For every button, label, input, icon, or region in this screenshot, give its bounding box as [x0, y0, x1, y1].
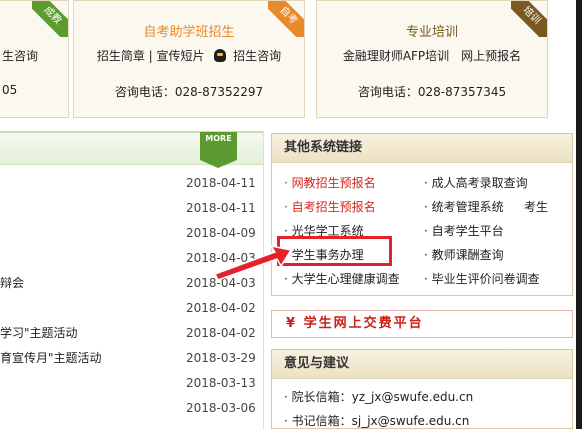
promo-training-phone: 咨询电话：028-87357345 [357, 85, 507, 99]
news-date: 2018-04-02 [186, 301, 256, 315]
news-date: 2018-04-11 [186, 201, 256, 215]
annotation-arrow-icon [213, 244, 293, 281]
feedback-title: 意见与建议 [272, 350, 572, 379]
president-mailbox[interactable]: · 院长信箱：yz_jx@swufe.edu.cn [284, 388, 473, 406]
promo-adult-badge-label: 成教 [32, 1, 68, 37]
link-examinee[interactable]: 考生 [524, 198, 548, 216]
promo-adult-phone: 05 [2, 83, 18, 97]
news-date: 2018-03-13 [186, 376, 256, 390]
more-button[interactable]: MORE [200, 132, 237, 168]
promo-self-study-phone: 咨询电话：028-87352297 [114, 85, 264, 99]
promo-training-badge-label: 培训 [511, 1, 547, 37]
promo-self-study-links: 招生简章 | 宣传短片 招生咨询 [74, 47, 304, 64]
qq-icon [214, 49, 227, 62]
news-item[interactable]: 2018-04-11 [0, 196, 263, 221]
news-title[interactable]: 育宣传月"主题活动 [0, 346, 102, 371]
promo-training-links[interactable]: 金融理财师AFP培训 网上预报名 [317, 47, 547, 64]
link-self-study-preregister[interactable]: · 自考招生预报名 [284, 198, 376, 216]
feedback-panel: 意见与建议 · 院长信箱：yz_jx@swufe.edu.cn · 书记信箱：s… [271, 349, 573, 429]
news-date: 2018-03-29 [186, 351, 256, 365]
news-item[interactable]: 育宣传月"主题活动 2018-03-29 [0, 346, 263, 371]
link-teacher-pay-query[interactable]: · 教师课酬查询 [424, 246, 504, 264]
other-systems-title: 其他系统链接 [272, 134, 572, 163]
news-title[interactable]: 学习"主题活动 [0, 321, 78, 346]
news-item[interactable]: 2018-04-11 [0, 171, 263, 196]
news-date: 2018-04-02 [186, 326, 256, 340]
promo-self-study-consult[interactable]: 招生咨询 [233, 49, 281, 63]
promo-self-study-links-text[interactable]: 招生简章 | 宣传短片 [97, 49, 205, 63]
link-graduate-survey[interactable]: · 毕业生评价问卷调查 [424, 270, 540, 288]
promo-training-badge: 培训 [511, 1, 547, 37]
news-header: MORE [0, 131, 263, 168]
fee-platform-link[interactable]: ¥ 学生网上交费平台 [271, 310, 573, 338]
secretary-mailbox[interactable]: · 书记信箱：sj_jx@swufe.edu.cn [284, 412, 469, 430]
link-psych-survey[interactable]: · 大学生心理健康调查 [284, 270, 400, 288]
link-self-study-platform[interactable]: · 自考学生平台 [424, 222, 504, 240]
promo-self-study: 自考助学班招生 招生简章 | 宣传短片 招生咨询 咨询电话：028-873522… [73, 0, 305, 118]
news-item[interactable]: 2018-03-13 [0, 371, 263, 396]
promo-adult-links[interactable]: 生咨询 [2, 47, 68, 64]
promo-self-study-badge-label: 自考 [268, 1, 304, 37]
link-online-edu-preregister[interactable]: · 网教招生预报名 [284, 174, 376, 192]
promo-adult-badge: 成教 [32, 1, 68, 37]
promo-self-study-badge: 自考 [268, 1, 304, 37]
news-date: 2018-04-11 [186, 176, 256, 190]
news-item[interactable]: 学习"主题活动 2018-04-02 [0, 321, 263, 346]
news-item[interactable]: 2018-03-06 [0, 396, 263, 421]
page-edge [576, 0, 582, 429]
news-date: 2018-03-06 [186, 401, 256, 415]
promo-training: 专业培训 金融理财师AFP培训 网上预报名 咨询电话：028-87357345 … [316, 0, 548, 118]
news-title[interactable]: 辩会 [0, 271, 24, 296]
link-adult-exam-query[interactable]: · 成人高考录取查询 [424, 174, 528, 192]
other-systems-panel: 其他系统链接 · 网教招生预报名 · 自考招生预报名 · 光华学工系统 · 学生… [271, 133, 573, 296]
promo-adult-education: 生咨询 05 成教 [0, 0, 69, 118]
news-item[interactable]: 2018-04-02 [0, 296, 263, 321]
link-unified-exam-system[interactable]: · 统考管理系统 [424, 198, 504, 216]
